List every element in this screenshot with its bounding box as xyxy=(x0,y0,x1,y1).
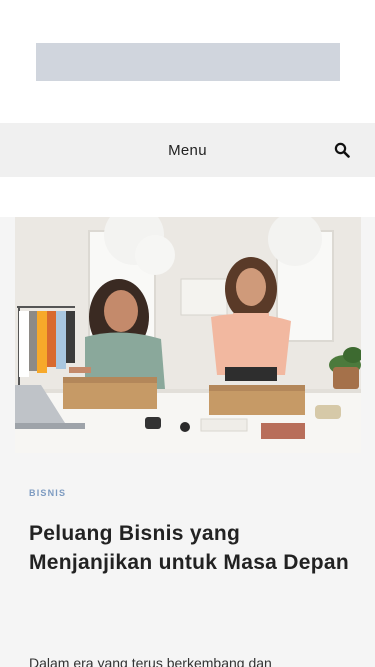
search-icon[interactable] xyxy=(334,142,350,158)
post-card: BISNIS Peluang Bisnis yang Menjanjikan u… xyxy=(0,217,375,667)
featured-image[interactable] xyxy=(15,217,361,453)
site-header: Menu xyxy=(0,0,375,177)
post-category-link[interactable]: BISNIS xyxy=(29,488,66,498)
post-excerpt: Dalam era yang terus berkembang dan xyxy=(29,655,272,667)
main-navigation: Menu xyxy=(0,123,375,177)
post-title[interactable]: Peluang Bisnis yang Menjanjikan untuk Ma… xyxy=(29,519,349,577)
menu-button[interactable]: Menu xyxy=(0,123,375,177)
logo-area xyxy=(0,0,375,123)
header-spacer xyxy=(0,177,375,217)
site-logo[interactable] xyxy=(36,43,340,81)
